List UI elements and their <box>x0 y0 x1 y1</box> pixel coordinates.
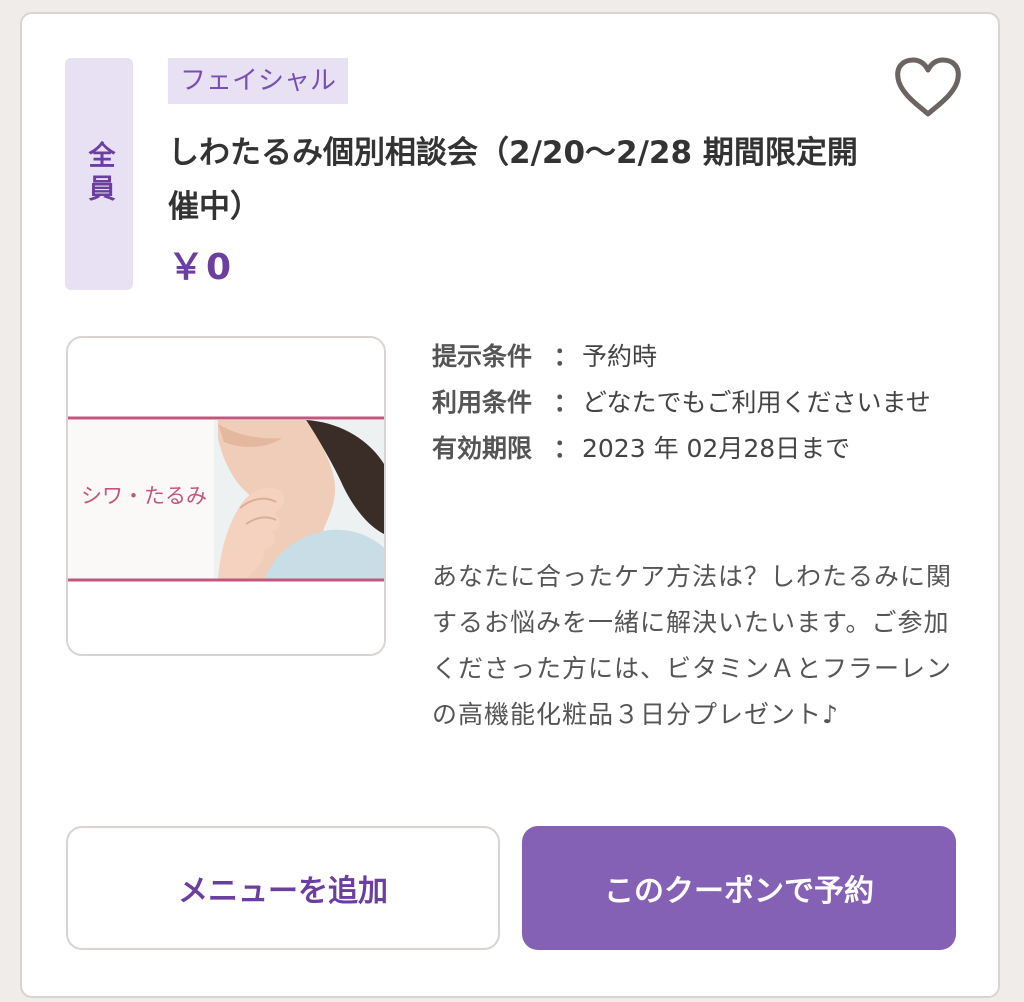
term-usage: 利用条件 ： どなたでもご利用くださいませ <box>432 380 952 426</box>
term-label: 有効期限 <box>432 434 533 463</box>
term-value: どなたでもご利用くださいませ <box>582 388 931 417</box>
reserve-coupon-button[interactable]: このクーポンで予約 <box>522 826 956 950</box>
term-separator: ： <box>553 434 579 463</box>
heart-outline-icon <box>895 57 961 117</box>
coupon-image[interactable]: シワ・たるみ <box>66 336 386 656</box>
term-expiry: 有効期限 ： 2023 年 02月28日まで <box>432 426 952 472</box>
image-caption: シワ・たるみ <box>81 484 207 508</box>
term-value: 予約時 <box>582 342 658 371</box>
target-badge: 全員 <box>65 58 133 290</box>
coupon-title[interactable]: しわたるみ個別相談会（2/20〜2/28 期間限定開催中） <box>168 126 888 234</box>
price: ￥0 <box>168 247 234 288</box>
term-label: 利用条件 <box>432 388 533 417</box>
term-value: 2023 年 02月28日まで <box>582 434 851 463</box>
term-label: 提示条件 <box>432 342 533 371</box>
coupon-card: 全員 フェイシャル しわたるみ個別相談会（2/20〜2/28 期間限定開催中） … <box>20 12 1000 998</box>
term-presentation: 提示条件 ： 予約時 <box>432 334 952 380</box>
category-tag: フェイシャル <box>168 58 349 104</box>
term-separator: ： <box>553 388 579 417</box>
term-separator: ： <box>553 342 579 371</box>
add-menu-button[interactable]: メニューを追加 <box>66 826 500 950</box>
coupon-terms: 提示条件 ： 予約時 利用条件 ： どなたでもご利用くださいませ 有効期限 ： … <box>432 334 952 472</box>
coupon-description: あなたに合ったケア方法は？しわたるみに関するお悩みを一緒に解決いたいます。ご参加… <box>432 562 953 729</box>
favorite-button[interactable] <box>892 56 964 120</box>
